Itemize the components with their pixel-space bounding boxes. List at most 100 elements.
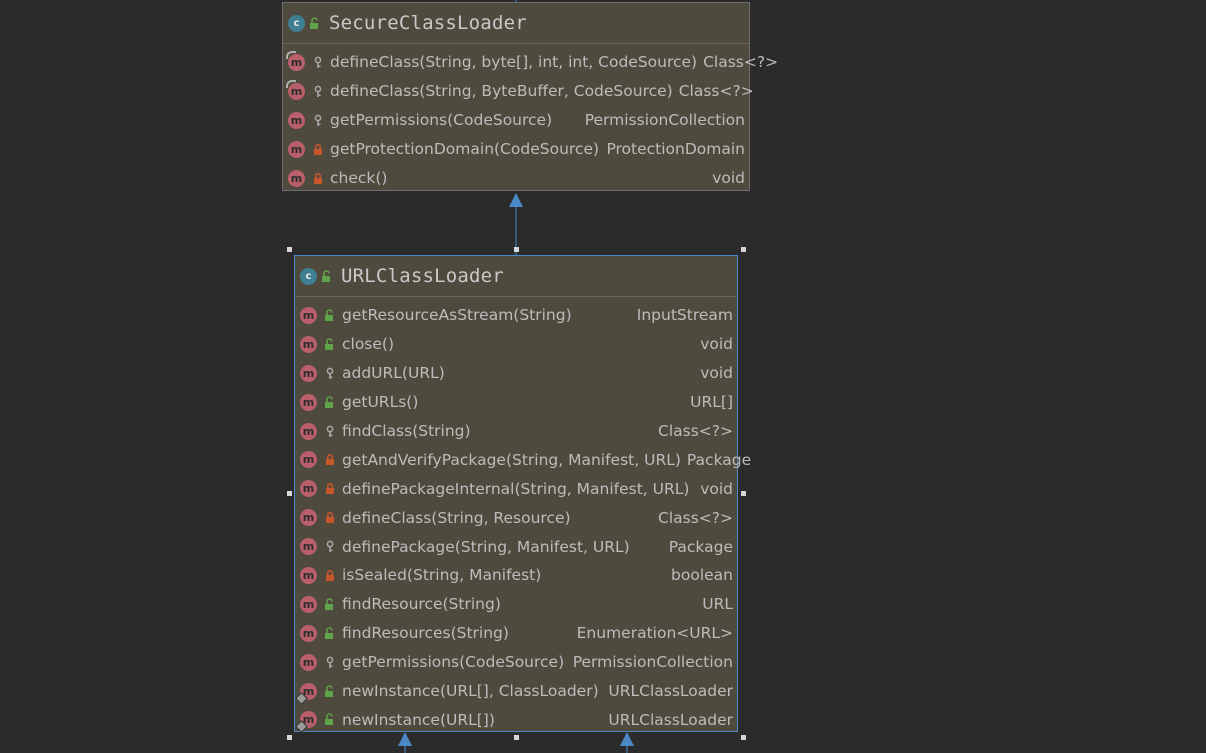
lock-icon (312, 142, 324, 156)
class-node-secureclassloader[interactable]: c SecureClassLoader m defineClass(String,… (282, 2, 778, 193)
method-signature: getResourceAsStream(String) (342, 306, 572, 325)
method-row[interactable]: m defineClass(String, byte[], int, int, C… (283, 48, 778, 77)
method-row[interactable]: m findClass(String) Class<?> (295, 417, 737, 446)
key-icon (312, 55, 324, 69)
method-icon: m (295, 711, 317, 734)
method-return-type: void (700, 335, 733, 354)
method-icon: m (295, 682, 317, 705)
method-icon: m (300, 422, 317, 440)
method-row[interactable]: m getPermissions(CodeSource) PermissionCol… (295, 648, 737, 677)
method-signature: defineClass(String, byte[], int, int, Co… (330, 53, 698, 72)
resize-handle[interactable] (287, 735, 292, 740)
lock-icon (324, 511, 336, 525)
method-row[interactable]: m defineClass(String, ByteBuffer, CodeSou… (283, 77, 754, 106)
static-marker-icon (295, 720, 308, 734)
lock-open-icon (324, 626, 336, 640)
method-icon: m (300, 393, 317, 411)
lock-open-icon (324, 308, 336, 322)
method-signature: check() (330, 169, 388, 187)
method-row[interactable]: m newInstance(URL[]) URLClassLoader (295, 705, 737, 734)
resize-handle[interactable] (287, 247, 292, 252)
class-icon: c (300, 267, 317, 285)
method-return-type: Enumeration<URL> (576, 624, 733, 643)
class-title: SecureClassLoader (329, 12, 527, 34)
method-signature: definePackage(String, Manifest, URL) (342, 537, 630, 556)
class-icon: c (288, 14, 305, 32)
method-return-type: boolean (671, 566, 733, 585)
method-row[interactable]: m defineClass(String, Resource) Class<?> (295, 503, 737, 532)
method-row[interactable]: m isSealed(String, Manifest) boolean (295, 561, 737, 590)
method-row[interactable]: m getURLs() URL[] (295, 388, 737, 417)
key-icon (324, 540, 336, 554)
method-icon: m (300, 509, 317, 527)
method-row[interactable]: m definePackage(String, Manifest, URL) Pac… (295, 532, 737, 561)
key-icon (324, 424, 336, 438)
method-return-type: URL (702, 595, 733, 614)
method-row[interactable]: m findResource(String) URL (295, 590, 737, 619)
method-row[interactable]: m check() void (283, 164, 749, 193)
key-icon (324, 655, 336, 669)
method-row[interactable]: m definePackageInternal(String, Manifest,… (295, 474, 737, 503)
method-return-type: Package (686, 450, 752, 469)
method-return-type: PermissionCollection (584, 111, 745, 130)
class-title: URLClassLoader (341, 265, 504, 287)
lock-open-icon (321, 269, 333, 283)
method-row[interactable]: m close() void (295, 330, 737, 359)
method-return-type: URLClassLoader (608, 682, 733, 701)
lock-open-icon (324, 713, 336, 727)
method-icon: m (288, 111, 305, 129)
method-icon: m (300, 306, 317, 324)
method-signature: findResource(String) (342, 595, 501, 614)
method-signature: findResources(String) (342, 624, 509, 643)
method-row[interactable]: m addURL(URL) void (295, 359, 737, 388)
method-return-type: Class<?> (658, 422, 733, 440)
method-signature: newInstance(URL[]) (342, 710, 495, 729)
override-marker-icon (286, 79, 296, 88)
lock-icon (324, 568, 336, 582)
method-icon: m (286, 79, 305, 100)
lock-icon (312, 171, 324, 185)
method-signature: newInstance(URL[], ClassLoader) (342, 682, 599, 701)
method-icon: m (300, 364, 317, 382)
method-signature: getURLs() (342, 393, 419, 412)
method-icon: m (300, 595, 317, 613)
method-row[interactable]: m getProtectionDomain(CodeSource) Protecti… (283, 135, 749, 164)
method-signature: definePackageInternal(String, Manifest, … (342, 479, 690, 498)
method-icon: m (300, 653, 317, 671)
lock-open-icon (324, 684, 336, 698)
method-icon: m (286, 50, 305, 71)
resize-handle[interactable] (741, 247, 746, 252)
method-icon: m (300, 451, 317, 469)
method-icon: m (300, 480, 317, 498)
key-icon (312, 84, 324, 98)
method-row[interactable]: m newInstance(URL[], ClassLoader) URLClass… (295, 677, 737, 706)
resize-handle[interactable] (514, 735, 519, 740)
method-row[interactable]: m findResources(String) Enumeration<URL> (295, 619, 737, 648)
key-icon (324, 366, 336, 380)
resize-handle[interactable] (741, 735, 746, 740)
method-signature: findClass(String) (342, 422, 471, 440)
lock-open-icon (324, 395, 336, 409)
class-node-urlclassloader[interactable]: c URLClassLoader m getResourceAsStream(St… (294, 255, 751, 734)
method-row[interactable]: m getAndVerifyPackage(String, Manifest, U… (295, 445, 751, 474)
resize-handle[interactable] (741, 491, 746, 496)
method-icon: m (288, 140, 305, 158)
method-icon: m (300, 538, 317, 556)
resize-handle[interactable] (514, 247, 519, 252)
inheritance-arrow-secure (509, 193, 523, 207)
lock-open-icon (324, 337, 336, 351)
resize-handle[interactable] (287, 491, 292, 496)
method-return-type: Class<?> (703, 53, 779, 72)
lock-open-icon (309, 16, 321, 30)
method-return-type: void (700, 479, 733, 498)
method-signature: getProtectionDomain(CodeSource) (330, 140, 600, 159)
method-row[interactable]: m getResourceAsStream(String) InputStream (295, 301, 737, 330)
method-row[interactable]: m getPermissions(CodeSource) PermissionCol… (283, 106, 749, 135)
method-return-type: Class<?> (658, 508, 733, 527)
method-return-type: void (700, 364, 733, 383)
method-icon: m (300, 335, 317, 353)
method-icon: m (300, 624, 317, 642)
class-header: c URLClassLoader (295, 256, 737, 297)
method-signature: addURL(URL) (342, 364, 445, 383)
lock-open-icon (324, 597, 336, 611)
